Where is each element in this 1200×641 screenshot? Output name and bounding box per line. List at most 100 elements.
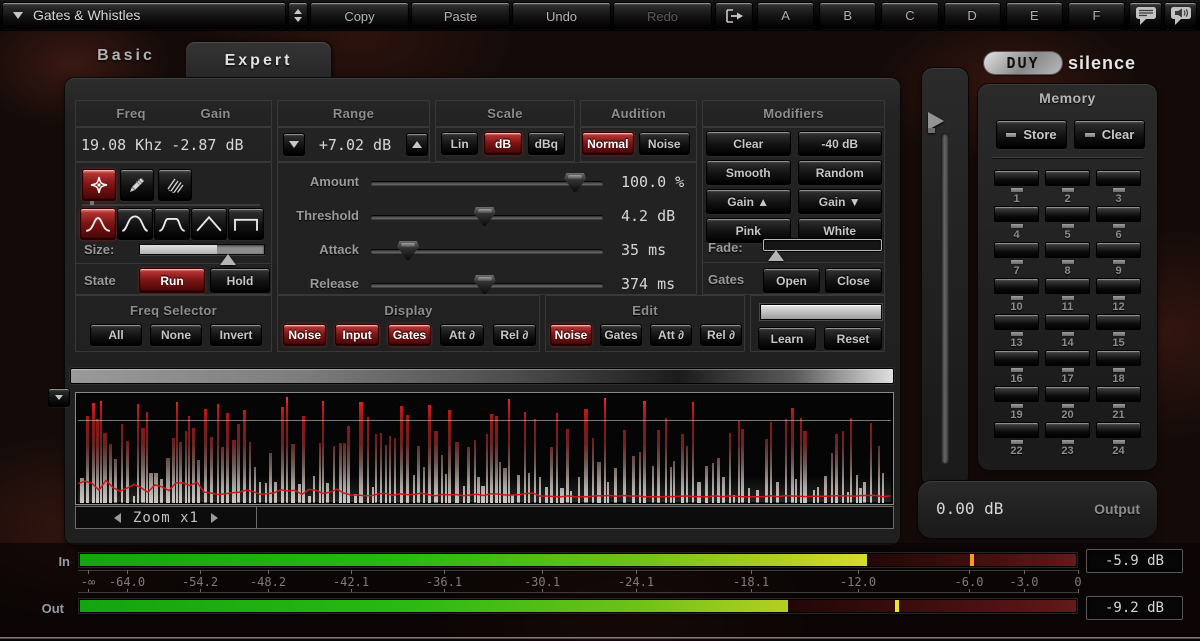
audition-normal[interactable]: Normal xyxy=(582,132,634,155)
scale-lin[interactable]: Lin xyxy=(441,132,478,155)
preset-stepper[interactable] xyxy=(288,2,308,29)
memory-slot-20-button[interactable] xyxy=(1045,386,1090,402)
range-up-button[interactable] xyxy=(406,133,428,156)
memory-slot-8-button[interactable] xyxy=(1045,242,1090,258)
curve-square-button[interactable] xyxy=(228,208,264,240)
memory-slot-2-button[interactable] xyxy=(1045,170,1090,186)
snapshot-slot-f[interactable]: F xyxy=(1068,2,1125,29)
edit-mode-noise[interactable]: Noise xyxy=(550,324,592,346)
copy-button[interactable]: Copy xyxy=(310,2,409,29)
slider-knob[interactable] xyxy=(474,207,496,226)
curve-triangle-button[interactable] xyxy=(191,208,227,240)
spectrum-overview-scrollbar[interactable] xyxy=(70,368,894,384)
size-slider-pointer[interactable] xyxy=(220,254,236,265)
freq-selector-invert[interactable]: Invert xyxy=(210,324,262,346)
modifier-smooth[interactable]: Smooth xyxy=(706,160,791,185)
learn-button[interactable]: Learn xyxy=(758,327,816,350)
gates-close-button[interactable]: Close xyxy=(825,268,882,293)
curve-wide-bell-button[interactable] xyxy=(117,208,153,240)
curve-plateau-button[interactable] xyxy=(154,208,190,240)
memory-slot-16-button[interactable] xyxy=(994,350,1039,366)
snapshot-slot-e[interactable]: E xyxy=(1006,2,1063,29)
display-toggle-gates[interactable]: Gates xyxy=(388,324,431,346)
modifier-gain[interactable]: Gain ▼ xyxy=(798,189,883,214)
output-slider-handle[interactable] xyxy=(928,112,944,130)
release-slider-track[interactable] xyxy=(371,283,603,287)
modifier-random[interactable]: Random xyxy=(798,160,883,185)
fade-slider-pointer[interactable] xyxy=(768,250,784,261)
memory-clear-button[interactable]: Clear xyxy=(1074,120,1145,149)
freq-selector-all[interactable]: All xyxy=(90,324,142,346)
copy-to-slot-button[interactable] xyxy=(715,2,753,29)
threshold-slider-track[interactable] xyxy=(371,215,603,219)
tab-basic[interactable]: Basic xyxy=(86,47,166,65)
output-slider-track[interactable] xyxy=(941,133,949,463)
display-toggle-att[interactable]: Att ∂ xyxy=(440,324,483,346)
memory-slot-10-button[interactable] xyxy=(994,278,1039,294)
scale-dbq[interactable]: dBq xyxy=(528,132,565,155)
node-tool-button[interactable] xyxy=(82,169,116,201)
slider-knob[interactable] xyxy=(474,275,496,294)
memory-slot-15-button[interactable] xyxy=(1096,314,1141,330)
memory-slot-9-button[interactable] xyxy=(1096,242,1141,258)
gates-open-button[interactable]: Open xyxy=(763,268,820,293)
modifier-clear[interactable]: Clear xyxy=(706,131,791,156)
tab-expert[interactable]: Expert xyxy=(186,42,331,79)
memory-slot-7-button[interactable] xyxy=(994,242,1039,258)
memory-slot-11-button[interactable] xyxy=(1045,278,1090,294)
display-toggle-noise[interactable]: Noise xyxy=(283,324,326,346)
memory-slot-23-button[interactable] xyxy=(1045,422,1090,438)
display-toggle-input[interactable]: Input xyxy=(335,324,378,346)
zoom-next-icon[interactable] xyxy=(211,513,218,523)
pencil-tool-button[interactable] xyxy=(120,169,154,201)
memory-slot-12-button[interactable] xyxy=(1096,278,1141,294)
zoom-control[interactable]: Zoom x1 xyxy=(76,507,257,528)
memory-slot-6-button[interactable] xyxy=(1096,206,1141,222)
modifier-40-db[interactable]: -40 dB xyxy=(798,131,883,156)
freq-selector-none[interactable]: None xyxy=(150,324,202,346)
size-slider[interactable] xyxy=(139,244,265,255)
redo-button[interactable]: Redo xyxy=(613,2,712,29)
audio-feedback-button[interactable] xyxy=(1164,2,1197,29)
state-hold-button[interactable]: Hold xyxy=(210,268,270,293)
edit-mode-gates[interactable]: Gates xyxy=(600,324,642,346)
spectrum-display[interactable] xyxy=(75,392,894,505)
state-run-button[interactable]: Run xyxy=(139,268,205,293)
audition-noise[interactable]: Noise xyxy=(639,132,691,155)
memory-slot-4-button[interactable] xyxy=(994,206,1039,222)
memory-store-button[interactable]: Store xyxy=(996,120,1067,149)
zoom-prev-icon[interactable] xyxy=(114,513,121,523)
memory-slot-3-button[interactable] xyxy=(1096,170,1141,186)
display-options-button[interactable] xyxy=(48,388,70,407)
memory-slot-1-button[interactable] xyxy=(994,170,1039,186)
undo-button[interactable]: Undo xyxy=(512,2,611,29)
slider-knob[interactable] xyxy=(397,241,419,260)
memory-slot-13-button[interactable] xyxy=(994,314,1039,330)
memory-slot-19-button[interactable] xyxy=(994,386,1039,402)
memory-slot-24-button[interactable] xyxy=(1096,422,1141,438)
snapshot-slot-b[interactable]: B xyxy=(819,2,876,29)
slider-knob[interactable] xyxy=(564,173,586,192)
snapshot-slot-d[interactable]: D xyxy=(944,2,1001,29)
curve-narrow-bell-button[interactable] xyxy=(80,208,116,240)
memory-slot-14-button[interactable] xyxy=(1045,314,1090,330)
memory-slot-22-button[interactable] xyxy=(994,422,1039,438)
comments-button[interactable] xyxy=(1129,2,1162,29)
amount-slider-track[interactable] xyxy=(371,181,603,185)
display-toggle-rel[interactable]: Rel ∂ xyxy=(493,324,536,346)
memory-slot-5-button[interactable] xyxy=(1045,206,1090,222)
edit-mode-rel[interactable]: Rel ∂ xyxy=(700,324,742,346)
modifier-gain[interactable]: Gain ▲ xyxy=(706,189,791,214)
hatch-tool-button[interactable] xyxy=(158,169,192,201)
memory-slot-21-button[interactable] xyxy=(1096,386,1141,402)
snapshot-slot-a[interactable]: A xyxy=(757,2,814,29)
preset-selector[interactable]: Gates & Whistles xyxy=(2,2,286,29)
memory-slot-18-button[interactable] xyxy=(1096,350,1141,366)
memory-slot-17-button[interactable] xyxy=(1045,350,1090,366)
paste-button[interactable]: Paste xyxy=(411,2,510,29)
attack-slider-track[interactable] xyxy=(371,249,603,253)
range-down-button[interactable] xyxy=(283,133,305,156)
edit-mode-att[interactable]: Att ∂ xyxy=(650,324,692,346)
reset-button[interactable]: Reset xyxy=(824,327,882,350)
snapshot-slot-c[interactable]: C xyxy=(881,2,938,29)
